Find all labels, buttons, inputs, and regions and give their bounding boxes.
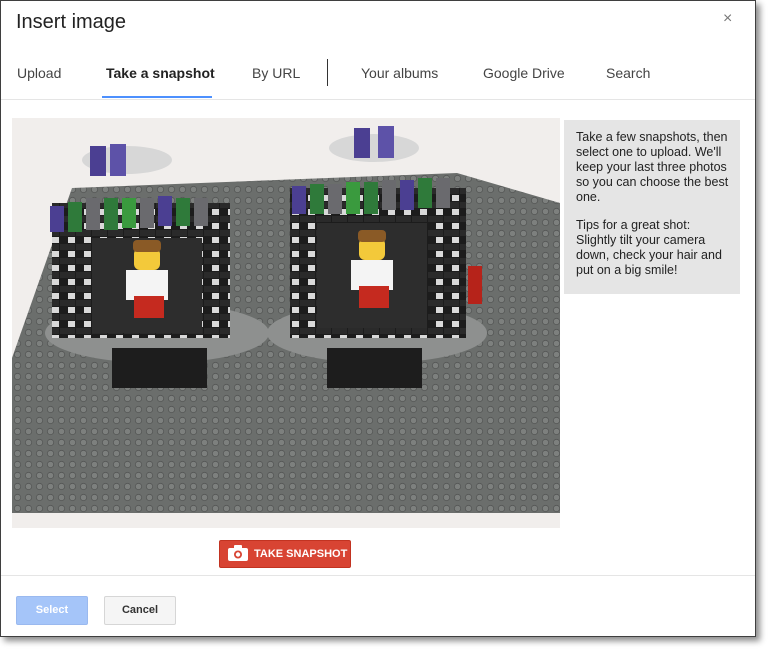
lego-scene-image — [12, 118, 560, 528]
snapshot-tips: Take a few snapshots, then select one to… — [564, 120, 740, 294]
tips-intro: Take a few snapshots, then select one to… — [576, 130, 729, 204]
take-snapshot-button[interactable]: TAKE SNAPSHOT — [219, 540, 351, 568]
insert-image-dialog: Insert image × Upload Take a snapshot By… — [0, 0, 756, 637]
select-button[interactable]: Select — [16, 596, 88, 625]
footer-divider — [1, 575, 755, 576]
snapshot-preview — [12, 118, 560, 528]
cancel-button[interactable]: Cancel — [104, 596, 176, 625]
tab-google-drive[interactable]: Google Drive — [483, 65, 565, 98]
tab-by-url[interactable]: By URL — [252, 65, 300, 98]
dialog-title: Insert image — [16, 11, 127, 33]
tab-upload[interactable]: Upload — [17, 65, 61, 98]
tips-advice: Tips for a great shot: Slightly tilt you… — [576, 218, 722, 277]
tab-your-albums[interactable]: Your albums — [361, 65, 438, 98]
active-tab-indicator — [102, 96, 212, 98]
tab-bar: Upload Take a snapshot By URL Your album… — [1, 57, 755, 100]
tab-take-a-snapshot[interactable]: Take a snapshot — [106, 65, 215, 98]
tab-separator — [327, 59, 328, 86]
take-snapshot-label: TAKE SNAPSHOT — [254, 548, 348, 560]
camera-icon — [228, 545, 248, 564]
close-icon[interactable]: × — [723, 10, 732, 28]
tab-search[interactable]: Search — [606, 65, 650, 98]
